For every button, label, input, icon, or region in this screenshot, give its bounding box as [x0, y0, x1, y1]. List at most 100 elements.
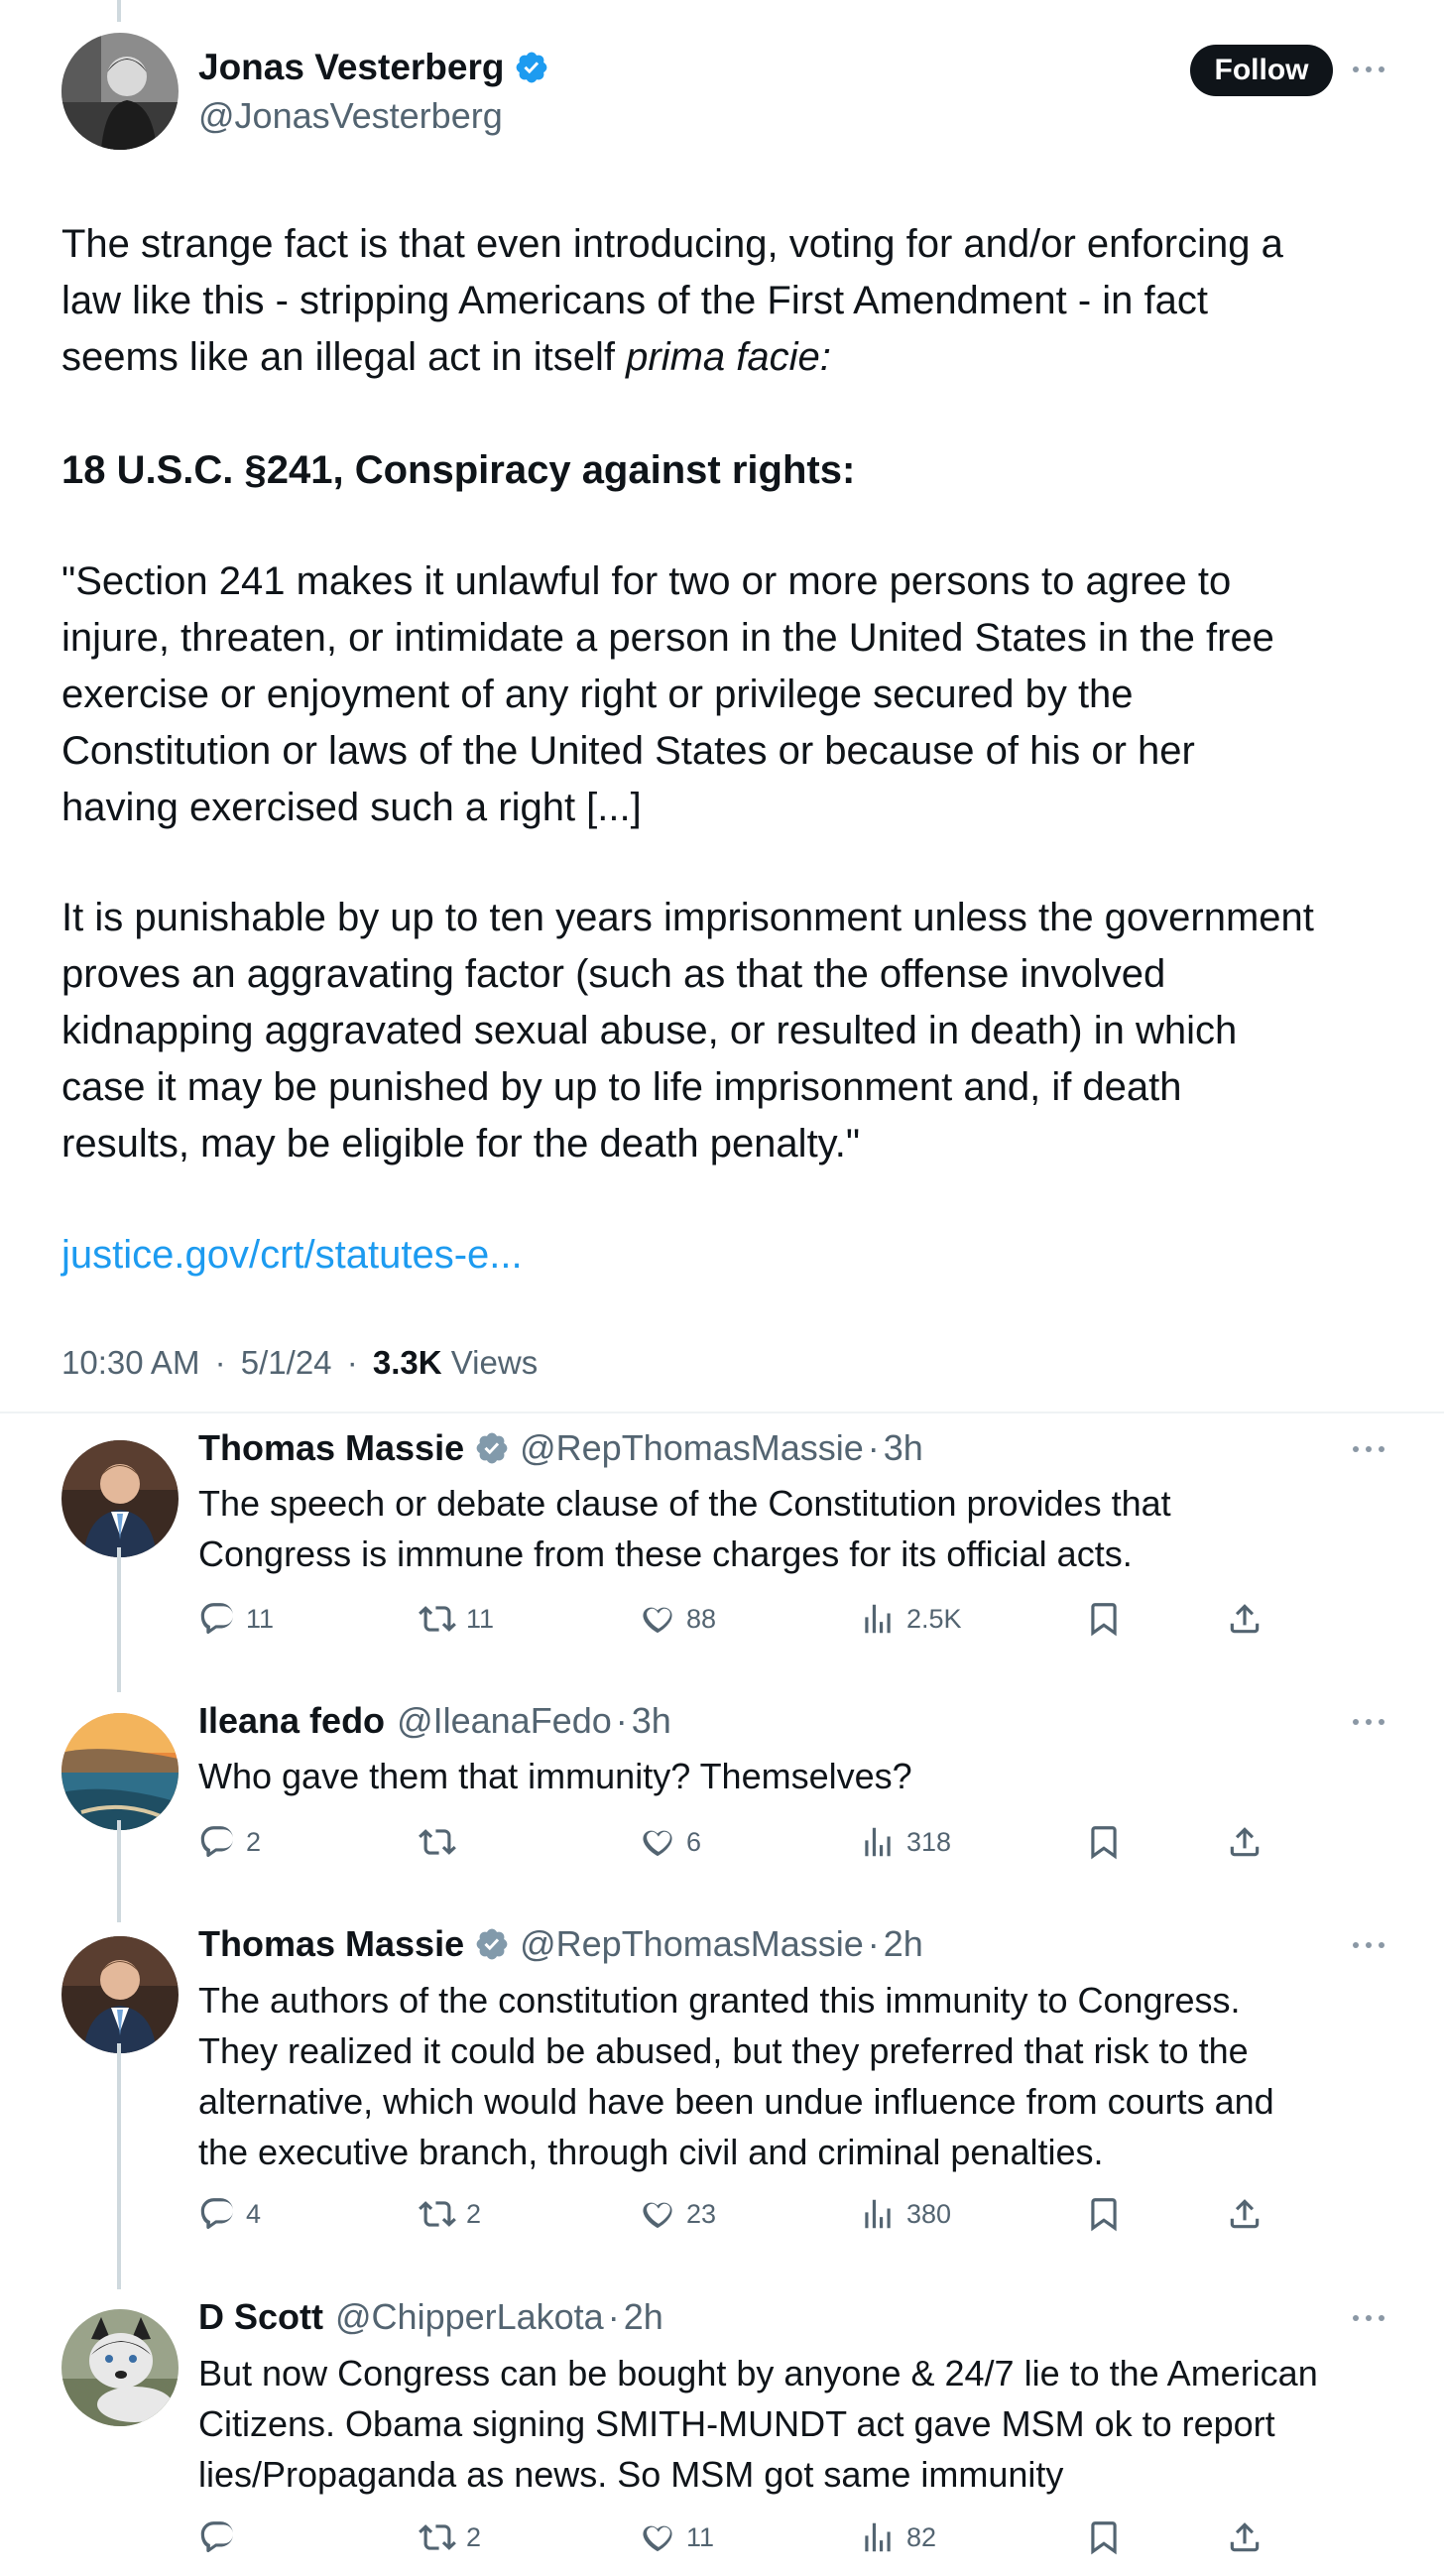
- author-handle[interactable]: @JonasVesterberg: [198, 94, 503, 138]
- share-button[interactable]: [1226, 1597, 1273, 1641]
- more-icon[interactable]: [1353, 2315, 1384, 2321]
- replie-button[interactable]: 11: [198, 1597, 274, 1641]
- reply-author-handle[interactable]: @RepThomasMassie: [520, 1426, 864, 1470]
- reply-author-name[interactable]: Thomas Massie: [198, 1426, 464, 1470]
- reply-author-name[interactable]: Ileana fedo: [198, 1699, 385, 1743]
- text-line: lies/Propaganda as news. So MSM got same…: [198, 2454, 1064, 2495]
- bookmark-icon: [1085, 1823, 1133, 1861]
- author-name[interactable]: Jonas Vesterberg: [198, 46, 504, 89]
- like-icon: [639, 2195, 686, 2233]
- author-avatar[interactable]: [61, 33, 179, 150]
- repost-icon: [419, 2195, 466, 2233]
- text-fragment: seems like an illegal act in itself: [61, 335, 627, 379]
- tweet-date[interactable]: 5/1/24: [241, 1344, 332, 1381]
- replies-count: 4: [246, 2198, 262, 2229]
- reply-icon: [198, 1823, 246, 1861]
- reply-author-name[interactable]: D Scott: [198, 2295, 323, 2339]
- tweet-paragraph: The strange fact is that even introducin…: [61, 216, 1390, 386]
- reply-avatar[interactable]: [61, 1440, 179, 1557]
- repost-button[interactable]: 2: [419, 2192, 481, 2236]
- more-icon[interactable]: [1353, 1942, 1384, 1948]
- reply-text: The speech or debate clause of the Const…: [198, 1478, 1388, 1579]
- bookmark-icon: [1085, 2195, 1133, 2233]
- text-line: They realized it could be abused, but th…: [198, 2030, 1249, 2071]
- reply-author-handle[interactable]: @ChipperLakota: [335, 2295, 604, 2339]
- repost-icon: [419, 1600, 466, 1638]
- separator: ·: [214, 1344, 226, 1381]
- bookmark-button[interactable]: [1085, 2192, 1133, 2236]
- reply-icon: [198, 1600, 246, 1638]
- reply-time[interactable]: 3h: [884, 1426, 923, 1470]
- thread-connector: [117, 1547, 121, 1692]
- reposts-count: 2: [466, 2198, 482, 2229]
- text-line: Citizens. Obama signing SMITH-MUNDT act …: [198, 2403, 1275, 2444]
- view-button[interactable]: 318: [859, 1820, 951, 1864]
- like-button[interactable]: 11: [639, 2515, 714, 2559]
- text-line: exercise or enjoyment of any right or pr…: [61, 673, 1134, 716]
- bookmark-button[interactable]: [1085, 1597, 1133, 1641]
- text-line: The strange fact is that even introducin…: [61, 222, 1283, 266]
- share-button[interactable]: [1226, 1820, 1273, 1864]
- views-count: 380: [906, 2198, 952, 2229]
- italic-text: prima facie:: [626, 335, 831, 379]
- reply-author-name[interactable]: Thomas Massie: [198, 1922, 464, 1966]
- views-icon: [859, 1600, 906, 1638]
- like-button[interactable]: 6: [639, 1820, 701, 1864]
- repost-button[interactable]: [419, 1820, 466, 1864]
- verified-badge-icon: [474, 1430, 510, 1466]
- share-button[interactable]: [1226, 2192, 1273, 2236]
- text-line: proves an aggravating factor (such as th…: [61, 952, 1166, 996]
- like-button[interactable]: 88: [639, 1597, 716, 1641]
- reply-header: Thomas Massie @RepThomasMassie · 2h: [198, 1922, 923, 1966]
- bookmark-button[interactable]: [1085, 1820, 1133, 1864]
- author-name-row[interactable]: Jonas Vesterberg: [198, 46, 549, 89]
- view-button[interactable]: 82: [859, 2515, 936, 2559]
- likes-count: 88: [686, 1603, 717, 1634]
- text-line: The speech or debate clause of the Const…: [198, 1483, 1171, 1524]
- reply-time[interactable]: 2h: [884, 1922, 923, 1966]
- reply-time[interactable]: 2h: [624, 2295, 663, 2339]
- tweet-time[interactable]: 10:30 AM: [61, 1344, 199, 1381]
- text-line: injure, threaten, or intimidate a person…: [61, 616, 1274, 660]
- like-icon: [639, 2518, 686, 2556]
- replie-button[interactable]: 2: [198, 1820, 261, 1864]
- reply-author-handle[interactable]: @RepThomasMassie: [520, 1922, 864, 1966]
- separator: ·: [867, 1923, 880, 1964]
- separator: ·: [615, 1700, 628, 1741]
- text-line: Constitution or laws of the United State…: [61, 729, 1195, 773]
- likes-count: 6: [686, 1826, 702, 1857]
- like-button[interactable]: 23: [639, 2192, 716, 2236]
- views-count: 2.5K: [906, 1603, 962, 1634]
- repost-button[interactable]: 2: [419, 2515, 481, 2559]
- thread-connector: [117, 1820, 121, 1922]
- reply-time[interactable]: 3h: [632, 1699, 671, 1743]
- reply-author-handle[interactable]: @IleanaFedo: [397, 1699, 612, 1743]
- follow-button[interactable]: Follow: [1190, 45, 1333, 96]
- reply-avatar[interactable]: [61, 1936, 179, 2053]
- likes-count: 11: [686, 2521, 715, 2552]
- tweet-heading: 18 U.S.C. §241, Conspiracy against right…: [61, 448, 856, 492]
- share-button[interactable]: [1226, 2515, 1273, 2559]
- more-icon[interactable]: [1353, 1719, 1384, 1725]
- more-icon[interactable]: [1353, 1446, 1384, 1452]
- separator: ·: [867, 1427, 880, 1468]
- replie-button[interactable]: 4: [198, 2192, 261, 2236]
- replie-button[interactable]: [198, 2515, 246, 2559]
- reposts-count: 11: [466, 1603, 495, 1634]
- reply-avatar[interactable]: [61, 2309, 179, 2426]
- repost-button[interactable]: 11: [419, 1597, 494, 1641]
- text-line: Who gave them that immunity? Themselves?: [198, 1756, 912, 1796]
- reply-text: The authors of the constitution granted …: [198, 1975, 1388, 2177]
- separator: ·: [346, 1344, 358, 1381]
- view-button[interactable]: 380: [859, 2192, 951, 2236]
- reply-avatar[interactable]: [61, 1713, 179, 1830]
- reply-header: Thomas Massie @RepThomasMassie · 3h: [198, 1426, 923, 1470]
- reply-icon: [198, 2518, 246, 2556]
- bookmark-button[interactable]: [1085, 2515, 1133, 2559]
- text-line: alternative, which would have been undue…: [198, 2081, 1274, 2122]
- tweet-link[interactable]: justice.gov/crt/statutes-e...: [61, 1227, 1390, 1284]
- views-count: 82: [906, 2521, 937, 2552]
- view-button[interactable]: 2.5K: [859, 1597, 962, 1641]
- text-line: It is punishable by up to ten years impr…: [61, 896, 1314, 939]
- more-icon[interactable]: [1353, 66, 1384, 72]
